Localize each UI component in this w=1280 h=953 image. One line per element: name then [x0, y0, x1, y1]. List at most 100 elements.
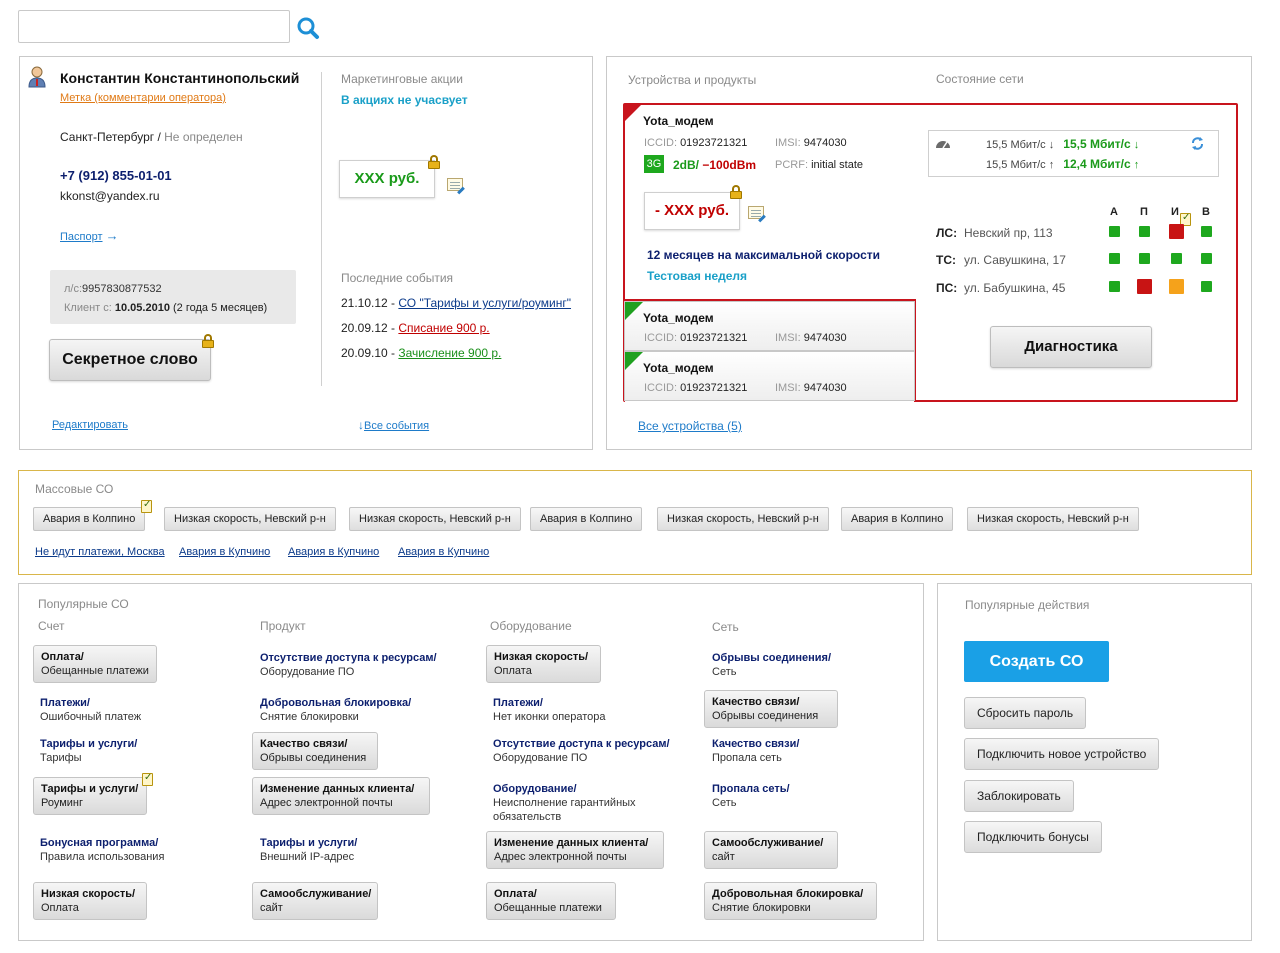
- marketing-price: XXX руб.: [354, 170, 420, 187]
- popular-co-item[interactable]: Тарифы и услуги/Тарифы: [40, 737, 137, 765]
- popular-co-item[interactable]: Качество связи/Обрывы соединения: [252, 732, 378, 770]
- popular-co-item[interactable]: Низкая скорость/Оплата: [33, 882, 147, 920]
- popular-co-item[interactable]: Оплата/Обещанные платежи: [33, 645, 157, 683]
- reset-password-button[interactable]: Сбросить пароль: [964, 697, 1087, 729]
- signal-value: 2dB/ −100dBm: [673, 158, 757, 172]
- arrow-down-icon: ↓: [1133, 139, 1140, 151]
- all-devices-link[interactable]: Все устройства (5): [638, 419, 742, 433]
- device-price: - XXX руб.: [654, 202, 730, 219]
- network-status-square[interactable]: [1139, 226, 1150, 237]
- event-link[interactable]: Списание 900 р.: [398, 321, 489, 335]
- lock-icon: [730, 185, 742, 199]
- net-row-label: ТС:: [936, 253, 956, 267]
- block-button[interactable]: Заблокировать: [964, 780, 1074, 812]
- network-status-square[interactable]: [1201, 226, 1212, 237]
- event-link[interactable]: СО "Тарифы и услуги/роуминг": [398, 296, 571, 310]
- mass-chip[interactable]: Авария в Колпино: [33, 507, 146, 531]
- popular-co-item[interactable]: Оплата/Обещанные платежи: [486, 882, 616, 920]
- popular-co-item[interactable]: Платежи/Ошибочный платеж: [40, 696, 141, 724]
- popular-co-item[interactable]: Отсутствие доступа к ресурсам/Оборудован…: [493, 737, 670, 765]
- popular-co-item[interactable]: Бонусная программа/Правила использования: [40, 836, 164, 864]
- mass-chip[interactable]: Авария в Колпино: [530, 507, 643, 531]
- event-link[interactable]: Зачисление 900 р.: [398, 346, 501, 360]
- mass-link[interactable]: Авария в Купчино: [288, 546, 379, 558]
- popular-co-item[interactable]: Платежи/Нет иконки оператора: [493, 696, 606, 724]
- popular-co-item[interactable]: Качество связи/Обрывы соединения: [704, 690, 838, 728]
- vertical-divider: [321, 72, 322, 386]
- mass-link[interactable]: Авария в Купчино: [398, 546, 489, 558]
- popular-co-item[interactable]: Низкая скорость/Оплата: [486, 645, 601, 683]
- device-card[interactable]: Yota_модем ICCID: 01923721321 IMSI: 9474…: [624, 351, 915, 401]
- popular-co-item[interactable]: Добровольная блокировка/Снятие блокировк…: [704, 882, 877, 920]
- client-since-date: 10.05.2010: [114, 302, 170, 314]
- popular-co-item[interactable]: Обрывы соединения/Сеть: [712, 651, 831, 679]
- device-imsi: IMSI: 9474030: [775, 137, 847, 149]
- popular-co-item[interactable]: Оборудование/Неисполнение гарантийных обя…: [493, 782, 636, 824]
- network-status-square[interactable]: [1109, 281, 1120, 292]
- network-status-square[interactable]: [1171, 253, 1182, 264]
- arrow-right-icon: →: [105, 228, 119, 243]
- search-input[interactable]: [18, 10, 290, 43]
- network-status-square[interactable]: [1169, 224, 1184, 239]
- network-status-square[interactable]: [1169, 279, 1184, 294]
- connect-device-button[interactable]: Подключить новое устройство: [964, 738, 1160, 770]
- operator-note-link[interactable]: Метка (комментарии оператора): [60, 92, 226, 104]
- network-status-square[interactable]: [1137, 279, 1152, 294]
- network-status-square[interactable]: [1139, 253, 1150, 264]
- network-status-square[interactable]: [1109, 226, 1120, 237]
- edit-note-icon[interactable]: [447, 178, 463, 191]
- arrow-down-icon: ↓: [1048, 139, 1055, 151]
- popular-co-item[interactable]: Отсутствие доступа к ресурсам/Оборудован…: [260, 651, 437, 679]
- network-title: Состояние сети: [936, 72, 1024, 86]
- device-status-marker: [625, 352, 643, 370]
- device-plan: 12 месяцев на максимальной скорости: [647, 248, 881, 262]
- mass-link[interactable]: Авария в Купчино: [179, 546, 270, 558]
- device-imsi: IMSI: 9474030: [775, 382, 847, 394]
- network-status-square[interactable]: [1201, 281, 1212, 292]
- mass-chip[interactable]: Низкая скорость, Невский р-н: [657, 507, 829, 531]
- popular-co-item[interactable]: Самообслуживание/сайт: [252, 882, 378, 920]
- device-iccid: ICCID: 01923721321: [644, 137, 748, 149]
- popular-co-item[interactable]: Самообслуживание/сайт: [704, 831, 838, 869]
- all-events-link[interactable]: ↓Все события: [358, 418, 429, 432]
- network-status-square[interactable]: [1201, 253, 1212, 264]
- mass-chip[interactable]: Авария в Колпино: [841, 507, 954, 531]
- popular-co-item[interactable]: Изменение данных клиента/Адрес электронн…: [486, 831, 664, 869]
- customer-panel: [19, 56, 593, 450]
- popular-co-item[interactable]: Тарифы и услуги/Роуминг: [33, 777, 147, 815]
- popular-co-item[interactable]: Качество связи/Пропала сеть: [712, 737, 799, 765]
- mass-chip[interactable]: Низкая скорость, Невский р-н: [164, 507, 336, 531]
- mass-chip[interactable]: Низкая скорость, Невский р-н: [349, 507, 521, 531]
- edit-customer-link[interactable]: Редактировать: [52, 419, 128, 431]
- popular-co-item[interactable]: Добровольная блокировка/Снятие блокировк…: [260, 696, 411, 724]
- network-status-square[interactable]: [1109, 253, 1120, 264]
- connect-bonuses-button[interactable]: Подключить бонусы: [964, 821, 1102, 853]
- download-speed-row: 15,5 Мбит/с ↓ 15,5 Мбит/с ↓: [986, 137, 1140, 151]
- device-name[interactable]: Yota_модем: [643, 114, 714, 128]
- device-trial: Тестовая неделя: [647, 269, 748, 283]
- popular-co-item[interactable]: Тарифы и услуги/Внешний IP-адрес: [260, 836, 357, 864]
- device-name: Yota_модем: [643, 361, 714, 375]
- net-row-address: ул. Савушкина, 17: [964, 253, 1066, 267]
- arrow-up-icon: ↑: [1048, 159, 1055, 171]
- search-icon[interactable]: [296, 16, 320, 40]
- popular-co-item[interactable]: Пропала сеть/Сеть: [712, 782, 790, 810]
- refresh-icon[interactable]: [1191, 137, 1204, 150]
- marketing-price-box: XXX руб.: [339, 160, 435, 198]
- mass-link[interactable]: Не идут платежи, Москва: [35, 546, 165, 558]
- edit-note-icon[interactable]: [748, 206, 764, 219]
- mass-title: Массовые СО: [35, 482, 114, 496]
- create-co-button[interactable]: Создать СО: [964, 641, 1109, 682]
- customer-name: Константин Константинопольский: [60, 70, 300, 86]
- popular-co-item[interactable]: Изменение данных клиента/Адрес электронн…: [252, 777, 430, 815]
- device-card[interactable]: Yota_модем ICCID: 01923721321 IMSI: 9474…: [624, 301, 915, 351]
- passport-link[interactable]: Паспорт →: [60, 228, 119, 243]
- device-pcrf: PCRF: initial state: [775, 159, 864, 171]
- net-col-header: А: [1110, 206, 1118, 218]
- popular-column-header: Оборудование: [490, 619, 572, 633]
- device-iccid: ICCID: 01923721321: [644, 382, 748, 394]
- diagnostics-button[interactable]: Диагностика: [990, 326, 1152, 368]
- secret-word-button[interactable]: Секретное слово: [49, 339, 211, 381]
- mass-chip[interactable]: Низкая скорость, Невский р-н: [967, 507, 1139, 531]
- speedometer-icon: [935, 138, 951, 149]
